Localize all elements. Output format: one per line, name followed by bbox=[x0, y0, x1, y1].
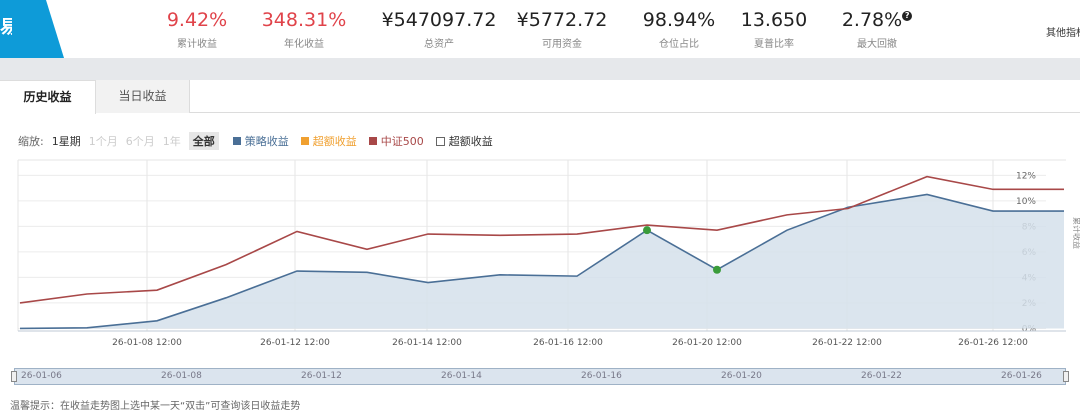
stat-label: 仓位占比 bbox=[659, 39, 699, 50]
y-axis-label: 累计收益 bbox=[1072, 217, 1080, 249]
trade-marker bbox=[713, 265, 721, 274]
navigator-right-handle[interactable] bbox=[1063, 371, 1069, 382]
navigator-date-label: 26-01-14 bbox=[441, 371, 482, 381]
legend-label: 超额收益 bbox=[312, 135, 357, 148]
legend-csi500[interactable]: 中证500 bbox=[368, 133, 424, 149]
brand-text: 易 bbox=[0, 17, 12, 38]
zoom-all-button[interactable]: 全部 bbox=[188, 132, 219, 150]
zoom-1-month-button[interactable]: 1个月 bbox=[89, 133, 118, 149]
header-divider-band bbox=[0, 58, 1080, 80]
strategy-return-area bbox=[20, 194, 1064, 329]
x-tick-label: 26-01-26 12:00 bbox=[958, 338, 1028, 348]
stat-value-text: 2.78% bbox=[841, 9, 903, 31]
stat-label: 累计收益 bbox=[177, 39, 217, 50]
navigator-date-label: 26-01-16 bbox=[581, 371, 622, 381]
navigator-left-handle[interactable] bbox=[11, 371, 17, 382]
stat-value: 98.94% bbox=[642, 9, 716, 31]
stat-value: 348.31% bbox=[261, 9, 347, 31]
help-icon[interactable]: ? bbox=[902, 11, 913, 21]
x-tick-label: 26-01-08 12:00 bbox=[112, 338, 182, 348]
checkbox[interactable] bbox=[435, 136, 445, 146]
zoom-label: 缩放: bbox=[18, 135, 44, 148]
stat-total-assets: ¥547097.72 总资产 bbox=[374, 8, 504, 50]
zoom-1-year-button[interactable]: 1年 bbox=[163, 133, 181, 149]
stat-label: 可用资金 bbox=[542, 39, 582, 50]
stat-label: 年化收益 bbox=[284, 39, 324, 50]
x-tick-label: 26-01-14 12:00 bbox=[392, 338, 462, 348]
stat-sharpe-ratio: 13.650 夏普比率 bbox=[719, 8, 829, 50]
stat-value: 9.42% bbox=[166, 9, 228, 31]
stat-available-funds: ¥5772.72 可用资金 bbox=[502, 8, 622, 50]
tab-history-returns[interactable]: 历史收益 bbox=[0, 80, 96, 114]
returns-chart-svg[interactable]: 0%2%4%6%8%10%12%26-01-08 12:0026-01-12 1… bbox=[0, 155, 1080, 355]
legend-swatch bbox=[300, 137, 309, 145]
footer-tip: 温馨提示：在收益走势图上选中某一天“双击”可查询该日收益走势 bbox=[10, 401, 301, 410]
x-tick-label: 26-01-22 12:00 bbox=[812, 338, 882, 348]
legend-swatch bbox=[368, 137, 377, 145]
navigator-date-label: 26-01-22 bbox=[861, 371, 902, 381]
legend-label: 中证500 bbox=[380, 135, 424, 148]
stat-value: ¥547097.72 bbox=[381, 9, 497, 31]
zoom-1-week-button[interactable]: 1星期 bbox=[52, 133, 81, 149]
tab-bar: 历史收益 当日收益 bbox=[0, 80, 1080, 114]
legend-excess-return[interactable]: 超额收益 bbox=[300, 133, 357, 149]
stat-annualized-return: 348.31% 年化收益 bbox=[249, 8, 359, 50]
navigator-date-label: 26-01-06 bbox=[21, 371, 62, 381]
range-navigator[interactable]: 26-01-06 26-01-08 26-01-12 26-01-14 26-01-16… bbox=[11, 368, 1069, 385]
x-tick-label: 26-01-16 12:00 bbox=[533, 338, 603, 348]
navigator-date-label: 26-01-20 bbox=[721, 371, 762, 381]
stat-label: 最大回撤 bbox=[857, 39, 897, 50]
zoom-6-month-button[interactable]: 6个月 bbox=[126, 133, 155, 149]
navigator-date-label: 26-01-08 bbox=[161, 371, 202, 381]
other-metrics-link[interactable]: 其他指标 bbox=[1046, 24, 1080, 39]
returns-chart[interactable]: 0%2%4%6%8%10%12%26-01-08 12:0026-01-12 1… bbox=[0, 155, 1080, 355]
stat-value: ¥5772.72 bbox=[516, 9, 608, 31]
trade-marker bbox=[643, 226, 651, 235]
stats-bar: 易 9.42% 累计收益 348.31% 年化收益 ¥547097.72 总资产… bbox=[0, 0, 1080, 58]
navigator-date-label: 26-01-26 bbox=[1001, 371, 1042, 381]
chart-toolbar: 缩放: 1星期 1个月 6个月 1年 全部 策略收益 超额收益 中证500 超额… bbox=[18, 132, 499, 150]
legend-swatch bbox=[232, 137, 241, 145]
legend-label: 策略收益 bbox=[244, 135, 289, 148]
y-tick-label: 12% bbox=[1016, 171, 1036, 181]
legend-strategy-return[interactable]: 策略收益 bbox=[232, 133, 289, 149]
x-tick-label: 26-01-12 12:00 bbox=[260, 338, 330, 348]
y-tick-label: 10% bbox=[1016, 197, 1036, 207]
stat-position-ratio: 98.94% 仓位占比 bbox=[624, 8, 734, 50]
x-tick-label: 26-01-20 12:00 bbox=[672, 338, 742, 348]
stat-value: 13.650 bbox=[740, 9, 808, 31]
tab-daily-returns[interactable]: 当日收益 bbox=[96, 80, 190, 113]
stat-value: 2.78%? bbox=[822, 8, 932, 32]
stat-cumulative-return: 9.42% 累计收益 bbox=[142, 8, 252, 50]
stat-label: 总资产 bbox=[424, 39, 454, 50]
stat-label: 夏普比率 bbox=[754, 39, 794, 50]
excess-return-toggle[interactable]: 超额收益 bbox=[435, 133, 493, 149]
navigator-date-label: 26-01-12 bbox=[301, 371, 342, 381]
legend-label: 超额收益 bbox=[448, 135, 493, 148]
stat-max-drawdown: 2.78%? 最大回撤 bbox=[822, 8, 932, 50]
